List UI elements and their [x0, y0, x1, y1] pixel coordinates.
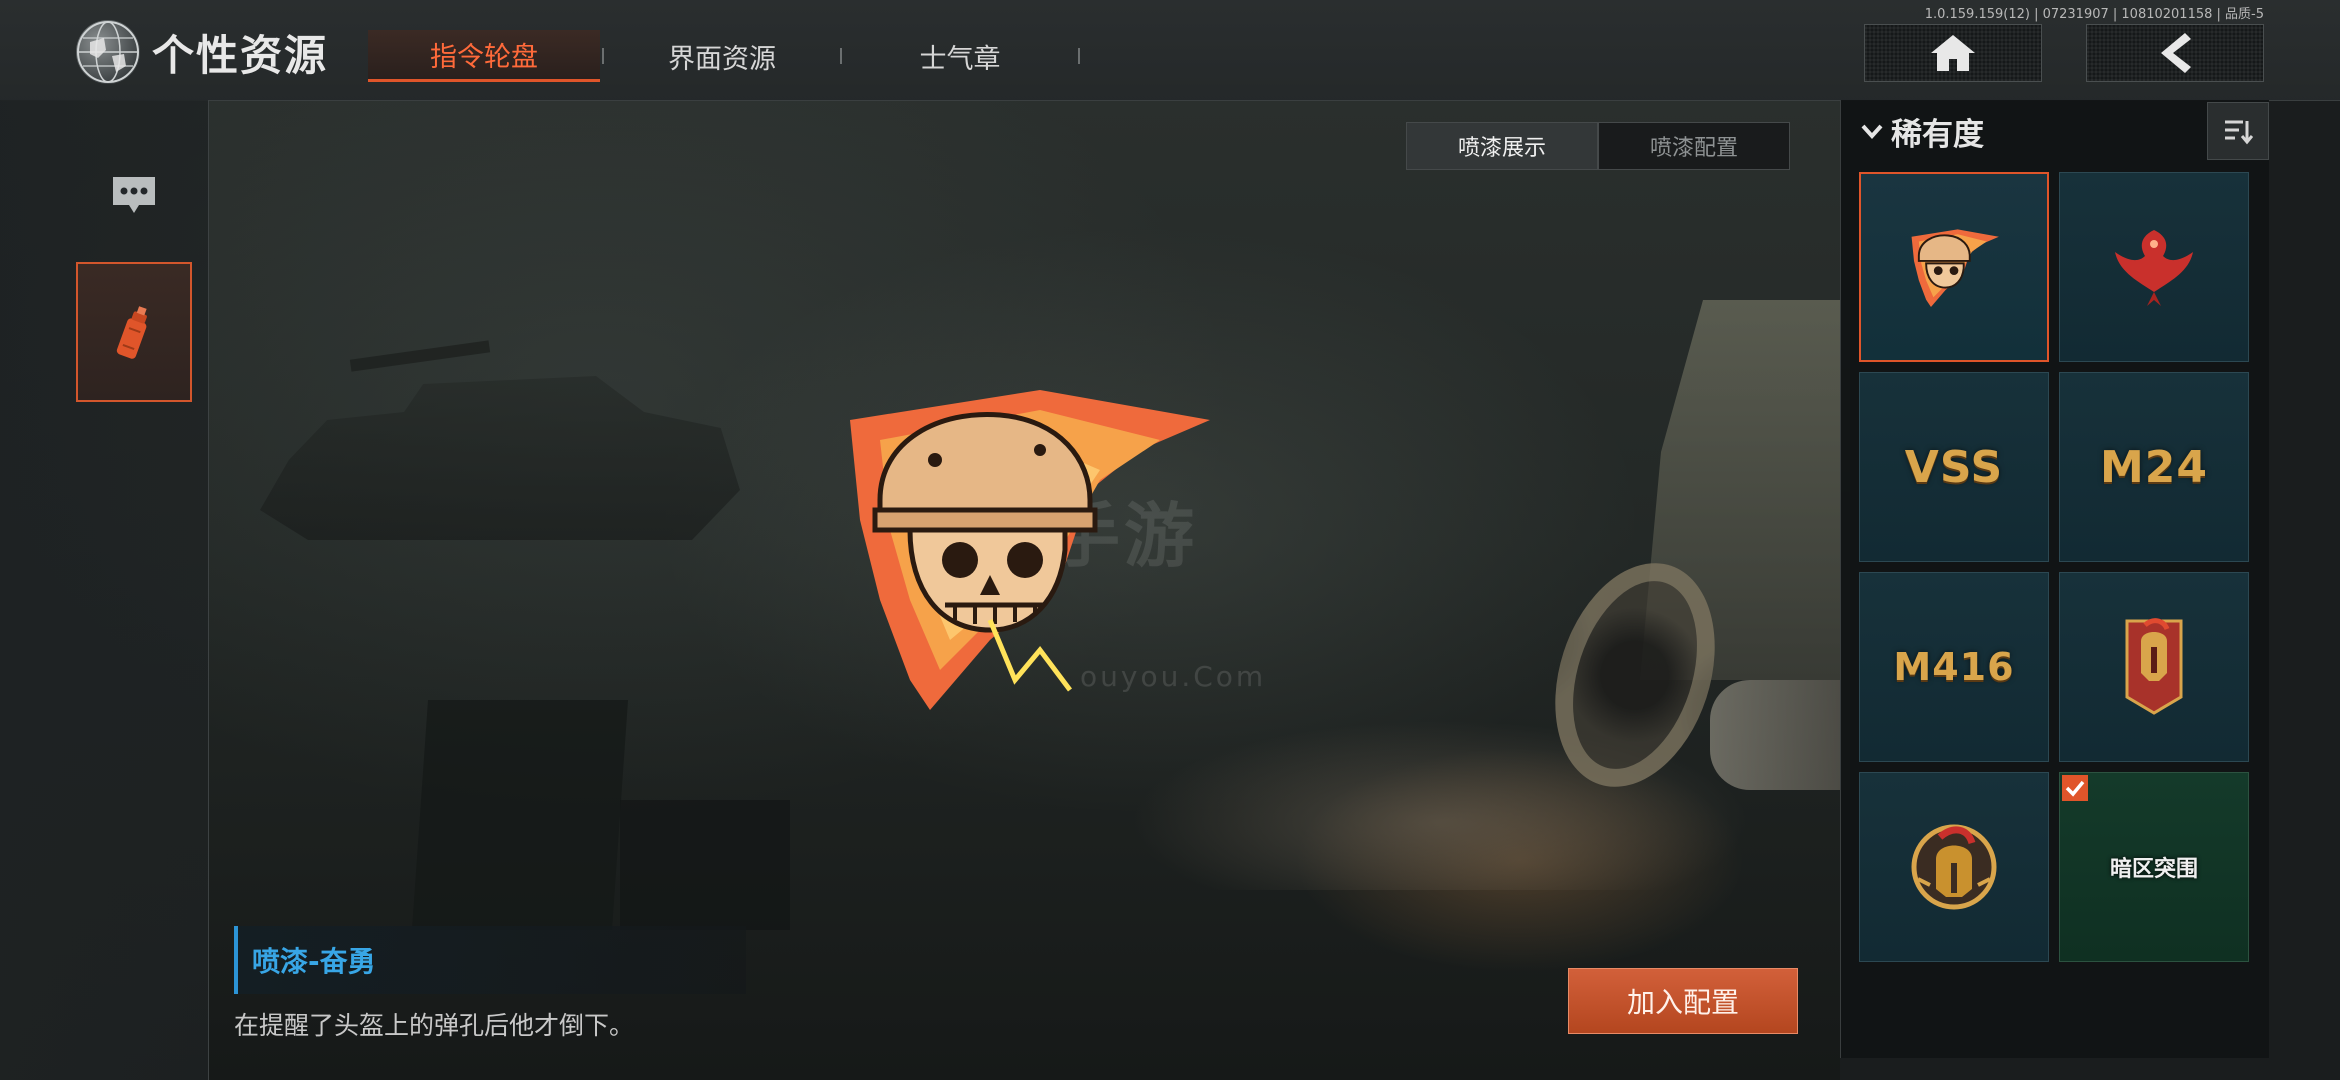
globe-icon [76, 20, 140, 84]
tab-separator [602, 48, 604, 64]
vss-rifle-icon: VSS [1904, 441, 2004, 493]
rarity-filter[interactable]: 稀有度 [1841, 100, 2269, 162]
spray-can-icon [116, 306, 147, 359]
flaming-helmet-skull-icon [850, 390, 1210, 710]
top-bar: 个性资源 指令轮盘 界面资源 士气章 1.0.159.159(12) | 072… [0, 0, 2340, 101]
spray-item-spartan-emblem[interactable] [1859, 772, 2049, 962]
background-crate [620, 800, 790, 930]
tab-morale-badges[interactable]: 士气章 [844, 30, 1076, 82]
left-sidebar [0, 100, 209, 1080]
preview-subtabs: 喷漆展示 喷漆配置 [1406, 122, 1790, 170]
tab-command-wheel[interactable]: 指令轮盘 [368, 30, 600, 82]
spray-item-flaming-helmet[interactable] [1859, 172, 2049, 362]
item-description: 在提醒了头盔上的弹孔后他才倒下。 [234, 1011, 635, 1040]
top-tabs: 指令轮盘 界面资源 士气章 [368, 30, 1082, 82]
tab-spray-display[interactable]: 喷漆展示 [1406, 122, 1598, 170]
chat-bubble-icon [113, 177, 155, 213]
add-to-config-button[interactable]: 加入配置 [1568, 968, 1798, 1034]
dark-zone-logo-icon: 暗区突围 [2109, 857, 2198, 882]
version-info: 1.0.159.159(12) | 07231907 | 10810201158… [1924, 7, 2264, 22]
tab-separator [1078, 48, 1080, 64]
spray-item-spartan-banner[interactable] [2059, 572, 2249, 762]
back-button[interactable] [2086, 24, 2264, 82]
background-crate [411, 700, 629, 930]
equipped-check-icon [2062, 775, 2088, 801]
item-name: 喷漆-奋勇 [234, 926, 746, 994]
page-title: 个性资源 [152, 30, 329, 80]
home-icon [1931, 35, 1975, 71]
spray-item-m416[interactable]: M416 [1859, 572, 2049, 762]
tab-separator [840, 48, 842, 64]
back-arrow-icon [2161, 33, 2191, 73]
sort-button[interactable] [2207, 102, 2269, 160]
tab-spray-config[interactable]: 喷漆配置 [1598, 122, 1790, 170]
brand: 个性资源 [76, 20, 328, 84]
background-tank-barrel [349, 340, 491, 372]
background-tank [260, 376, 740, 540]
m24-rifle-icon: M24 [2099, 441, 2208, 493]
sidebar-item-chat[interactable] [76, 160, 192, 230]
m416-rifle-icon: M416 [1893, 645, 2015, 689]
sidebar-item-spray[interactable] [76, 262, 192, 402]
spartan-helmet-banner-icon [2125, 618, 2183, 715]
background-pipe [1710, 680, 1850, 790]
spray-list-panel: 稀有度 VSS M24 M416 暗区突围 [1840, 100, 2269, 1058]
home-button[interactable] [1864, 24, 2042, 82]
sort-icon [2225, 120, 2253, 145]
rarity-filter-label: 稀有度 [1891, 116, 1984, 153]
chevron-down-icon [1861, 124, 1883, 139]
flaming-helmet-skull-icon [1911, 229, 1999, 307]
red-phoenix-icon [2115, 230, 2193, 306]
spartan-helmet-emblem-icon [1911, 824, 1997, 910]
spray-preview [840, 380, 1210, 710]
spray-item-vss[interactable]: VSS [1859, 372, 2049, 562]
tab-interface-resources[interactable]: 界面资源 [606, 30, 838, 82]
spray-item-m24[interactable]: M24 [2059, 372, 2249, 562]
spray-item-dark-zone-logo[interactable]: 暗区突围 [2059, 772, 2249, 962]
spray-item-red-phoenix[interactable] [2059, 172, 2249, 362]
